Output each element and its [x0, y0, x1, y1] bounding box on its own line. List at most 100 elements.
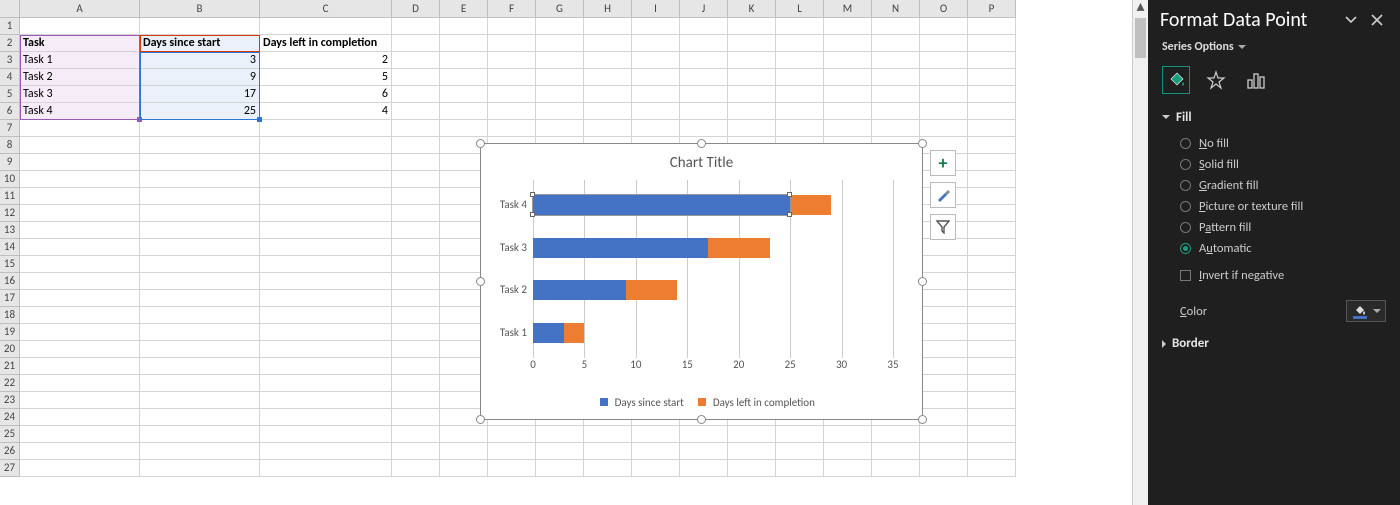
- cell-C1[interactable]: [260, 18, 392, 35]
- cell-I25[interactable]: [632, 426, 680, 443]
- cell-H4[interactable]: [584, 69, 632, 86]
- chart-title[interactable]: Chart Title: [481, 144, 922, 172]
- cell-A21[interactable]: [20, 358, 140, 375]
- cell-O18[interactable]: [920, 307, 968, 324]
- bar-Task 1-series1[interactable]: [533, 323, 564, 343]
- column-header-P[interactable]: P: [968, 0, 1016, 18]
- cell-B21[interactable]: [140, 358, 260, 375]
- cell-L5[interactable]: [776, 86, 824, 103]
- cell-H5[interactable]: [584, 86, 632, 103]
- cell-A7[interactable]: [20, 120, 140, 137]
- bar-Task 3-series2[interactable]: [708, 238, 770, 258]
- cell-A19[interactable]: [20, 324, 140, 341]
- cell-H27[interactable]: [584, 460, 632, 477]
- cell-B5[interactable]: 17: [140, 86, 260, 103]
- cell-L7[interactable]: [776, 120, 824, 137]
- cell-P18[interactable]: [968, 307, 1016, 324]
- cell-C4[interactable]: 5: [260, 69, 392, 86]
- chart-resize-handle[interactable]: [918, 277, 927, 286]
- cell-B18[interactable]: [140, 307, 260, 324]
- bar-Task 4-series2[interactable]: [790, 195, 831, 215]
- cell-M6[interactable]: [824, 103, 872, 120]
- cell-A14[interactable]: [20, 239, 140, 256]
- cell-F7[interactable]: [488, 120, 536, 137]
- column-header-B[interactable]: B: [140, 0, 260, 18]
- cell-D16[interactable]: [392, 273, 440, 290]
- cell-N27[interactable]: [872, 460, 920, 477]
- cell-D9[interactable]: [392, 154, 440, 171]
- chart-styles-button[interactable]: [930, 182, 956, 208]
- cell-J1[interactable]: [680, 18, 728, 35]
- cell-N26[interactable]: [872, 443, 920, 460]
- cell-O16[interactable]: [920, 273, 968, 290]
- cell-P14[interactable]: [968, 239, 1016, 256]
- cell-E6[interactable]: [440, 103, 488, 120]
- cell-F27[interactable]: [488, 460, 536, 477]
- cell-J2[interactable]: [680, 35, 728, 52]
- cell-A1[interactable]: [20, 18, 140, 35]
- row-header-24[interactable]: 24: [0, 409, 20, 426]
- cell-G25[interactable]: [536, 426, 584, 443]
- cell-N3[interactable]: [872, 52, 920, 69]
- vertical-scrollbar[interactable]: ▴: [1132, 0, 1148, 505]
- cell-C18[interactable]: [260, 307, 392, 324]
- cell-C21[interactable]: [260, 358, 392, 375]
- cell-C19[interactable]: [260, 324, 392, 341]
- cell-L26[interactable]: [776, 443, 824, 460]
- cell-J4[interactable]: [680, 69, 728, 86]
- cell-O23[interactable]: [920, 392, 968, 409]
- cell-C24[interactable]: [260, 409, 392, 426]
- cell-H2[interactable]: [584, 35, 632, 52]
- cell-D14[interactable]: [392, 239, 440, 256]
- cell-B2[interactable]: Days since start: [140, 35, 260, 52]
- cell-L1[interactable]: [776, 18, 824, 35]
- cell-D19[interactable]: [392, 324, 440, 341]
- column-header-A[interactable]: A: [20, 0, 140, 18]
- cell-K4[interactable]: [728, 69, 776, 86]
- cell-G2[interactable]: [536, 35, 584, 52]
- fill-option-pattern[interactable]: Pattern fill: [1180, 217, 1386, 238]
- cell-B11[interactable]: [140, 188, 260, 205]
- cell-H7[interactable]: [584, 120, 632, 137]
- cell-I27[interactable]: [632, 460, 680, 477]
- fill-color-button[interactable]: [1346, 300, 1386, 322]
- cell-C14[interactable]: [260, 239, 392, 256]
- cell-C7[interactable]: [260, 120, 392, 137]
- cell-I26[interactable]: [632, 443, 680, 460]
- cell-P8[interactable]: [968, 137, 1016, 154]
- cell-D7[interactable]: [392, 120, 440, 137]
- cell-P24[interactable]: [968, 409, 1016, 426]
- row-header-26[interactable]: 26: [0, 443, 20, 460]
- cell-D5[interactable]: [392, 86, 440, 103]
- cell-F2[interactable]: [488, 35, 536, 52]
- column-header-L[interactable]: L: [776, 0, 824, 18]
- cell-C13[interactable]: [260, 222, 392, 239]
- cell-P19[interactable]: [968, 324, 1016, 341]
- cell-B13[interactable]: [140, 222, 260, 239]
- cell-P12[interactable]: [968, 205, 1016, 222]
- cell-J6[interactable]: [680, 103, 728, 120]
- cell-O6[interactable]: [920, 103, 968, 120]
- column-headers[interactable]: ABCDEFGHIJKLMNOP: [0, 0, 1016, 18]
- cell-G26[interactable]: [536, 443, 584, 460]
- cell-D13[interactable]: [392, 222, 440, 239]
- cell-I6[interactable]: [632, 103, 680, 120]
- scroll-up-arrow[interactable]: ▴: [1133, 0, 1148, 16]
- row-header-9[interactable]: 9: [0, 154, 20, 171]
- cell-E25[interactable]: [440, 426, 488, 443]
- cell-G3[interactable]: [536, 52, 584, 69]
- cell-P3[interactable]: [968, 52, 1016, 69]
- cell-B26[interactable]: [140, 443, 260, 460]
- cell-A27[interactable]: [20, 460, 140, 477]
- fill-section-header[interactable]: Fill: [1148, 104, 1400, 131]
- chart-resize-handle[interactable]: [918, 139, 927, 148]
- row-header-23[interactable]: 23: [0, 392, 20, 409]
- chart-resize-handle[interactable]: [476, 415, 485, 424]
- cell-C8[interactable]: [260, 137, 392, 154]
- cell-L2[interactable]: [776, 35, 824, 52]
- cell-P22[interactable]: [968, 375, 1016, 392]
- column-header-I[interactable]: I: [632, 0, 680, 18]
- cell-P13[interactable]: [968, 222, 1016, 239]
- cell-A24[interactable]: [20, 409, 140, 426]
- tab-effects[interactable]: [1202, 66, 1230, 94]
